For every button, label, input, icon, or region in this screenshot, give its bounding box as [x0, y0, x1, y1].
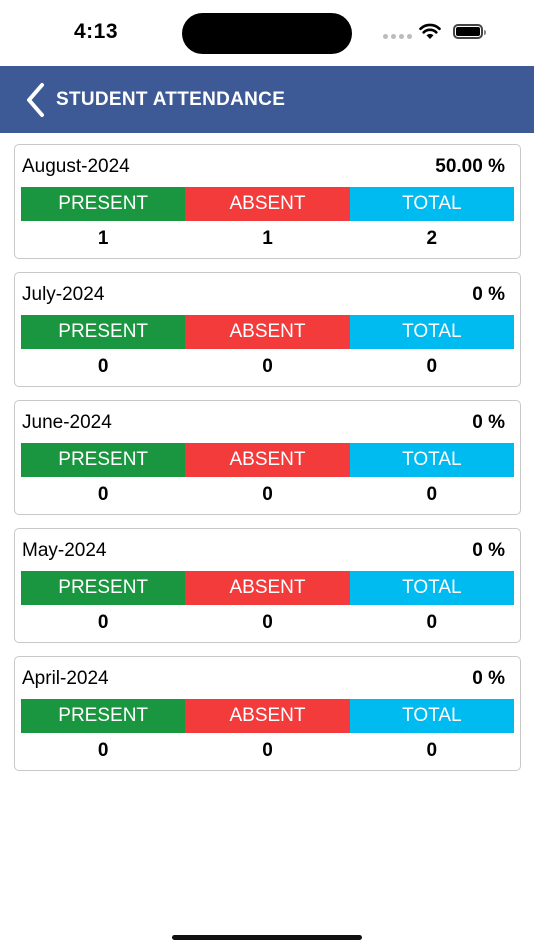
month-label: August-2024	[22, 156, 130, 177]
attendance-card: July-2024 0 % PRESENT ABSENT TOTAL 0 0 0	[14, 272, 521, 387]
total-count: 0	[426, 356, 438, 377]
absent-count: 0	[262, 612, 273, 633]
value-row: 0 0 0	[21, 483, 514, 507]
present-label: PRESENT	[21, 571, 186, 605]
attendance-card: April-2024 0 % PRESENT ABSENT TOTAL 0 0 …	[14, 656, 521, 771]
absent-label: ABSENT	[185, 699, 350, 733]
signal-icon	[383, 34, 412, 39]
month-label: July-2024	[22, 284, 105, 305]
attendance-percent: 50.00 %	[435, 156, 505, 177]
value-row: 0 0 0	[21, 611, 514, 635]
month-label: April-2024	[22, 668, 109, 689]
page-title: STUDENT ATTENDANCE	[56, 89, 286, 110]
attendance-percent: 0 %	[472, 412, 505, 433]
chevron-left-icon	[27, 83, 44, 117]
home-indicator[interactable]	[172, 935, 362, 940]
present-label: PRESENT	[21, 187, 186, 221]
present-count: 0	[97, 612, 109, 633]
absent-label: ABSENT	[185, 315, 350, 349]
dynamic-island	[182, 13, 352, 54]
absent-count: 0	[262, 740, 273, 761]
total-count: 0	[426, 484, 438, 505]
total-label: TOTAL	[349, 315, 514, 349]
status-time: 4:13	[74, 20, 119, 43]
value-row: 1 1 2	[21, 227, 514, 251]
total-label: TOTAL	[349, 187, 514, 221]
present-count: 0	[97, 356, 109, 377]
battery-icon	[453, 24, 486, 39]
month-label: June-2024	[22, 412, 112, 433]
value-row: 0 0 0	[21, 739, 514, 763]
attendance-card: June-2024 0 % PRESENT ABSENT TOTAL 0 0 0	[14, 400, 521, 515]
present-label: PRESENT	[21, 443, 186, 477]
back-button[interactable]	[20, 80, 54, 120]
present-label: PRESENT	[21, 699, 186, 733]
label-row: PRESENT ABSENT TOTAL	[21, 443, 514, 477]
status-bar: 4:13	[0, 0, 534, 66]
label-row: PRESENT ABSENT TOTAL	[21, 699, 514, 733]
app-header: STUDENT ATTENDANCE	[0, 66, 534, 133]
present-label: PRESENT	[21, 315, 186, 349]
absent-count: 0	[262, 356, 273, 377]
present-count: 1	[97, 228, 109, 249]
absent-label: ABSENT	[185, 187, 350, 221]
total-label: TOTAL	[349, 699, 514, 733]
present-count: 0	[97, 740, 109, 761]
attendance-card: May-2024 0 % PRESENT ABSENT TOTAL 0 0 0	[14, 528, 521, 643]
label-row: PRESENT ABSENT TOTAL	[21, 571, 514, 605]
total-count: 0	[426, 612, 438, 633]
attendance-percent: 0 %	[472, 668, 505, 689]
absent-label: ABSENT	[185, 443, 350, 477]
label-row: PRESENT ABSENT TOTAL	[21, 187, 514, 221]
attendance-percent: 0 %	[472, 540, 505, 561]
absent-label: ABSENT	[185, 571, 350, 605]
wifi-icon	[419, 23, 441, 39]
total-label: TOTAL	[349, 571, 514, 605]
absent-count: 0	[262, 484, 273, 505]
value-row: 0 0 0	[21, 355, 514, 379]
label-row: PRESENT ABSENT TOTAL	[21, 315, 514, 349]
attendance-percent: 0 %	[472, 284, 505, 305]
attendance-list: August-2024 50.00 % PRESENT ABSENT TOTAL…	[14, 144, 521, 784]
total-count: 0	[426, 740, 438, 761]
month-label: May-2024	[22, 540, 107, 561]
total-count: 2	[426, 228, 438, 249]
absent-count: 1	[262, 228, 273, 249]
total-label: TOTAL	[349, 443, 514, 477]
attendance-card: August-2024 50.00 % PRESENT ABSENT TOTAL…	[14, 144, 521, 259]
present-count: 0	[97, 484, 109, 505]
